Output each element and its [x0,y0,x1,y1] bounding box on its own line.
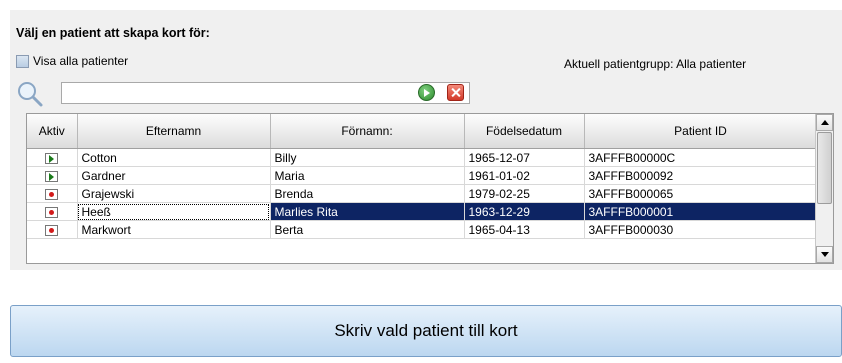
lastname-cell[interactable]: Gardner [77,166,271,185]
birthdate-cell[interactable]: 1963-12-29 [464,202,585,221]
show-all-checkbox-row[interactable]: Visa alla patienter [16,54,128,68]
status-cell[interactable] [27,220,78,239]
patient-id-cell[interactable]: 3AFFFB00000C [584,148,818,167]
patient-id-cell[interactable]: 3AFFFB000030 [584,220,818,239]
firstname-cell[interactable]: Brenda [270,184,465,203]
inactive-dot-icon [45,206,59,218]
firstname-cell[interactable]: Maria [270,166,465,185]
patient-table[interactable]: Aktiv Efternamn Förnamn: Födelsedatum Pa… [26,113,834,264]
birthdate-cell[interactable]: 1961-01-02 [464,166,585,185]
firstname-cell[interactable]: Marlies Rita [270,202,465,221]
scroll-up-arrow-icon[interactable] [816,114,833,131]
table-row[interactable]: Grajewski Brenda 1979-02-25 3AFFFB000065 [27,184,818,203]
inactive-dot-icon [45,188,59,200]
column-header-birthdate[interactable]: Födelsedatum [464,114,585,149]
search-input[interactable] [61,82,470,104]
lastname-cell[interactable]: Cotton [77,148,271,167]
search-icon [18,82,43,107]
clear-search-button[interactable] [447,84,464,101]
column-header-lastname[interactable]: Efternamn [77,114,271,149]
show-all-label[interactable]: Visa alla patienter [33,54,128,68]
column-header-patient-id[interactable]: Patient ID [584,114,818,149]
vertical-scrollbar[interactable] [815,114,833,263]
patient-id-cell[interactable]: 3AFFFB000001 [584,202,818,221]
firstname-cell[interactable]: Billy [270,148,465,167]
status-cell[interactable] [27,202,78,221]
table-header: Aktiv Efternamn Förnamn: Födelsedatum Pa… [27,114,818,149]
current-group-label: Aktuell patientgrupp: Alla patienter [564,57,747,71]
show-all-checkbox[interactable] [16,54,29,68]
table-row[interactable]: Gardner Maria 1961-01-02 3AFFFB000092 [27,166,818,185]
column-header-aktiv[interactable]: Aktiv [27,114,78,149]
column-header-firstname[interactable]: Förnamn: [270,114,465,149]
table-row[interactable]: Cotton Billy 1965-12-07 3AFFFB00000C [27,148,818,167]
search-go-button[interactable] [418,84,435,101]
write-patient-to-card-button[interactable]: Skriv vald patient till kort [10,305,842,357]
scroll-down-arrow-icon[interactable] [816,246,833,263]
scroll-thumb[interactable] [817,132,832,204]
status-cell[interactable] [27,166,78,185]
status-cell[interactable] [27,184,78,203]
active-arrow-icon [45,152,59,164]
birthdate-cell[interactable]: 1965-12-07 [464,148,585,167]
birthdate-cell[interactable]: 1979-02-25 [464,184,585,203]
table-row[interactable]: Markwort Berta 1965-04-13 3AFFFB000030 [27,220,818,239]
page-title: Välj en patient att skapa kort för: [16,26,210,40]
status-cell[interactable] [27,148,78,167]
birthdate-cell[interactable]: 1965-04-13 [464,220,585,239]
lastname-cell[interactable]: Heeß [77,202,271,221]
active-arrow-icon [45,170,59,182]
table-row-selected[interactable]: Heeß Marlies Rita 1963-12-29 3AFFFB00000… [27,202,818,221]
lastname-cell[interactable]: Markwort [77,220,271,239]
firstname-cell[interactable]: Berta [270,220,465,239]
patient-id-cell[interactable]: 3AFFFB000092 [584,166,818,185]
lastname-cell[interactable]: Grajewski [77,184,271,203]
patient-id-cell[interactable]: 3AFFFB000065 [584,184,818,203]
inactive-dot-icon [45,224,59,236]
